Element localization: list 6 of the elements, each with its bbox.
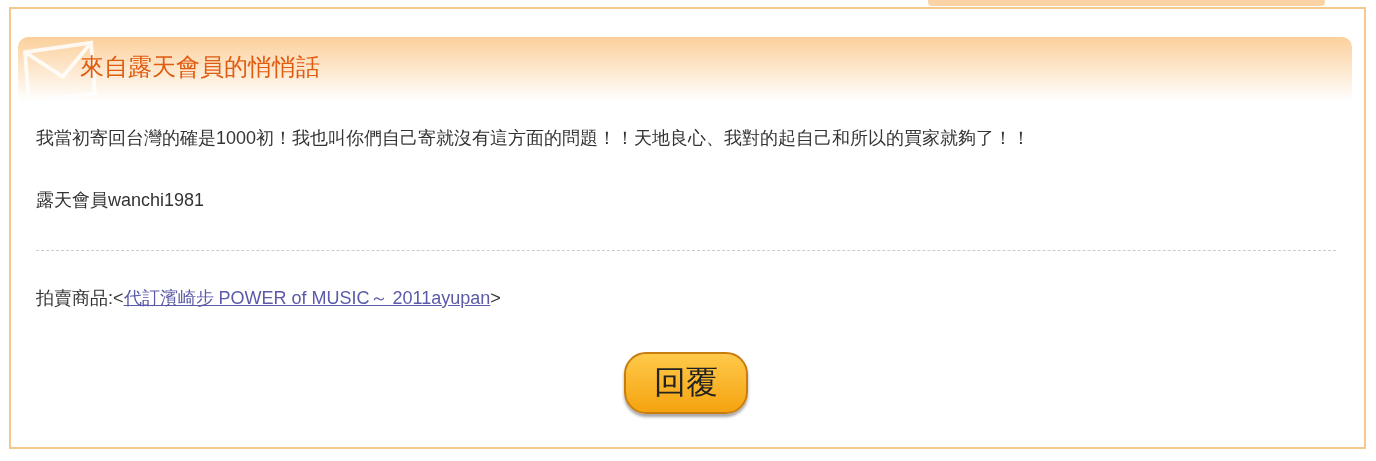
item-link[interactable]: 代訂濱崎步 POWER of MUSIC～ 2011ayupan <box>123 288 491 308</box>
message-text: 我當初寄回台灣的確是1000初！我也叫你們自己寄就沒有這方面的問題！！天地良心、我對的起自己和所以的買家就夠了！！ <box>36 127 1032 150</box>
sender-signature: 露天會員wanchi1981 <box>36 189 206 212</box>
reply-button[interactable]: 回覆 <box>624 352 748 414</box>
header-title: 來自露天會員的悄悄話 <box>80 52 320 82</box>
auction-item-line: 拍賣商品:<代訂濱崎步 POWER of MUSIC～ 2011ayupan> <box>36 287 502 310</box>
